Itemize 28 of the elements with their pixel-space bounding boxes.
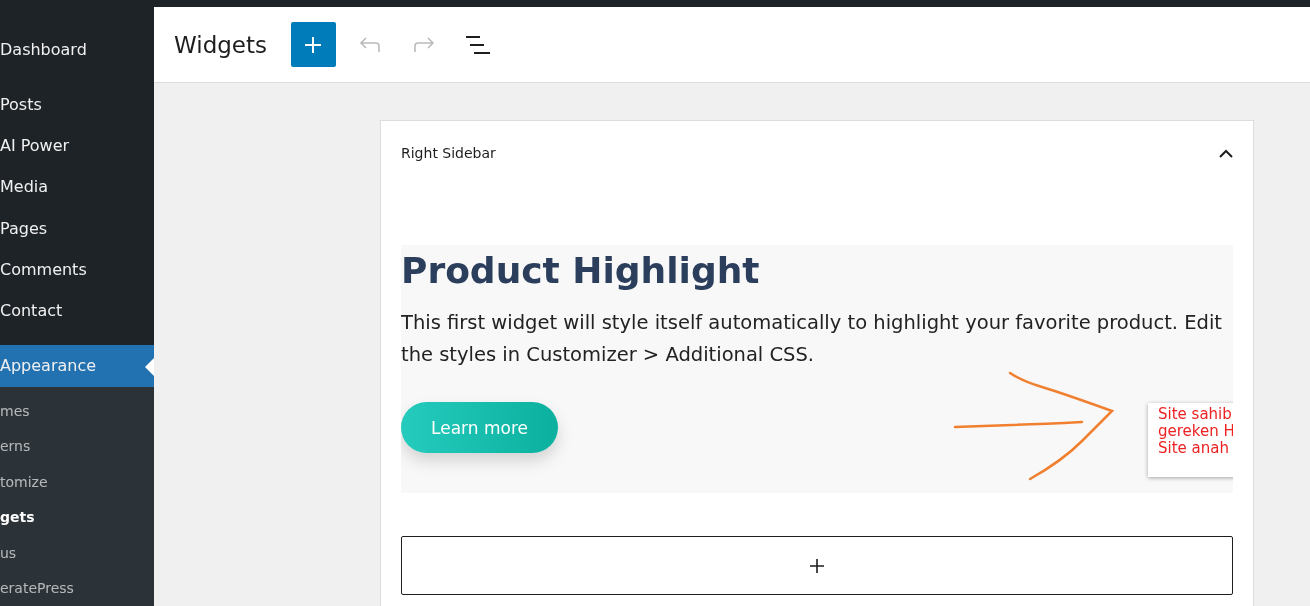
chevron-up-icon[interactable]: [1219, 148, 1233, 158]
submenu-item[interactable]: us: [0, 534, 154, 571]
plus-icon: [304, 35, 323, 54]
note-line: gereken H: [1158, 423, 1233, 440]
menu-item[interactable]: Comments: [0, 248, 154, 291]
menu-item[interactable]: AI Power: [0, 124, 154, 167]
menu-item[interactable]: Dashboard: [0, 29, 154, 71]
undo-icon: [359, 36, 381, 53]
submenu-item[interactable]: tomize: [0, 463, 154, 500]
widget-heading: Product Highlight: [401, 249, 761, 293]
submenu-item[interactable]: mes: [0, 392, 154, 429]
plus-icon: [810, 558, 824, 573]
menu-item[interactable]: Posts: [0, 83, 154, 125]
submenu-item[interactable]: erns: [0, 428, 154, 464]
note-line: Site anah: [1158, 440, 1230, 457]
menu-item[interactable]: Contact: [0, 290, 154, 332]
menu-item[interactable]: Media: [0, 166, 154, 208]
page-title: Widgets: [174, 31, 267, 58]
add-block-button[interactable]: [401, 536, 1233, 595]
menu-item[interactable]: Appearance: [0, 344, 154, 387]
submenu-item[interactable]: eratePress: [0, 570, 154, 606]
menu-item[interactable]: Pages: [0, 207, 154, 249]
submenu-item[interactable]: gets: [0, 499, 154, 535]
note-line: Site sahib: [1158, 406, 1233, 423]
area-title: Right Sidebar: [401, 145, 496, 161]
redo-icon: [413, 36, 435, 53]
widget-text: This first widget will style itself automatically to highlight your favorite product. Edit the styles in Customizer > Additional CSS.: [401, 310, 1223, 368]
list-icon: [466, 35, 490, 54]
